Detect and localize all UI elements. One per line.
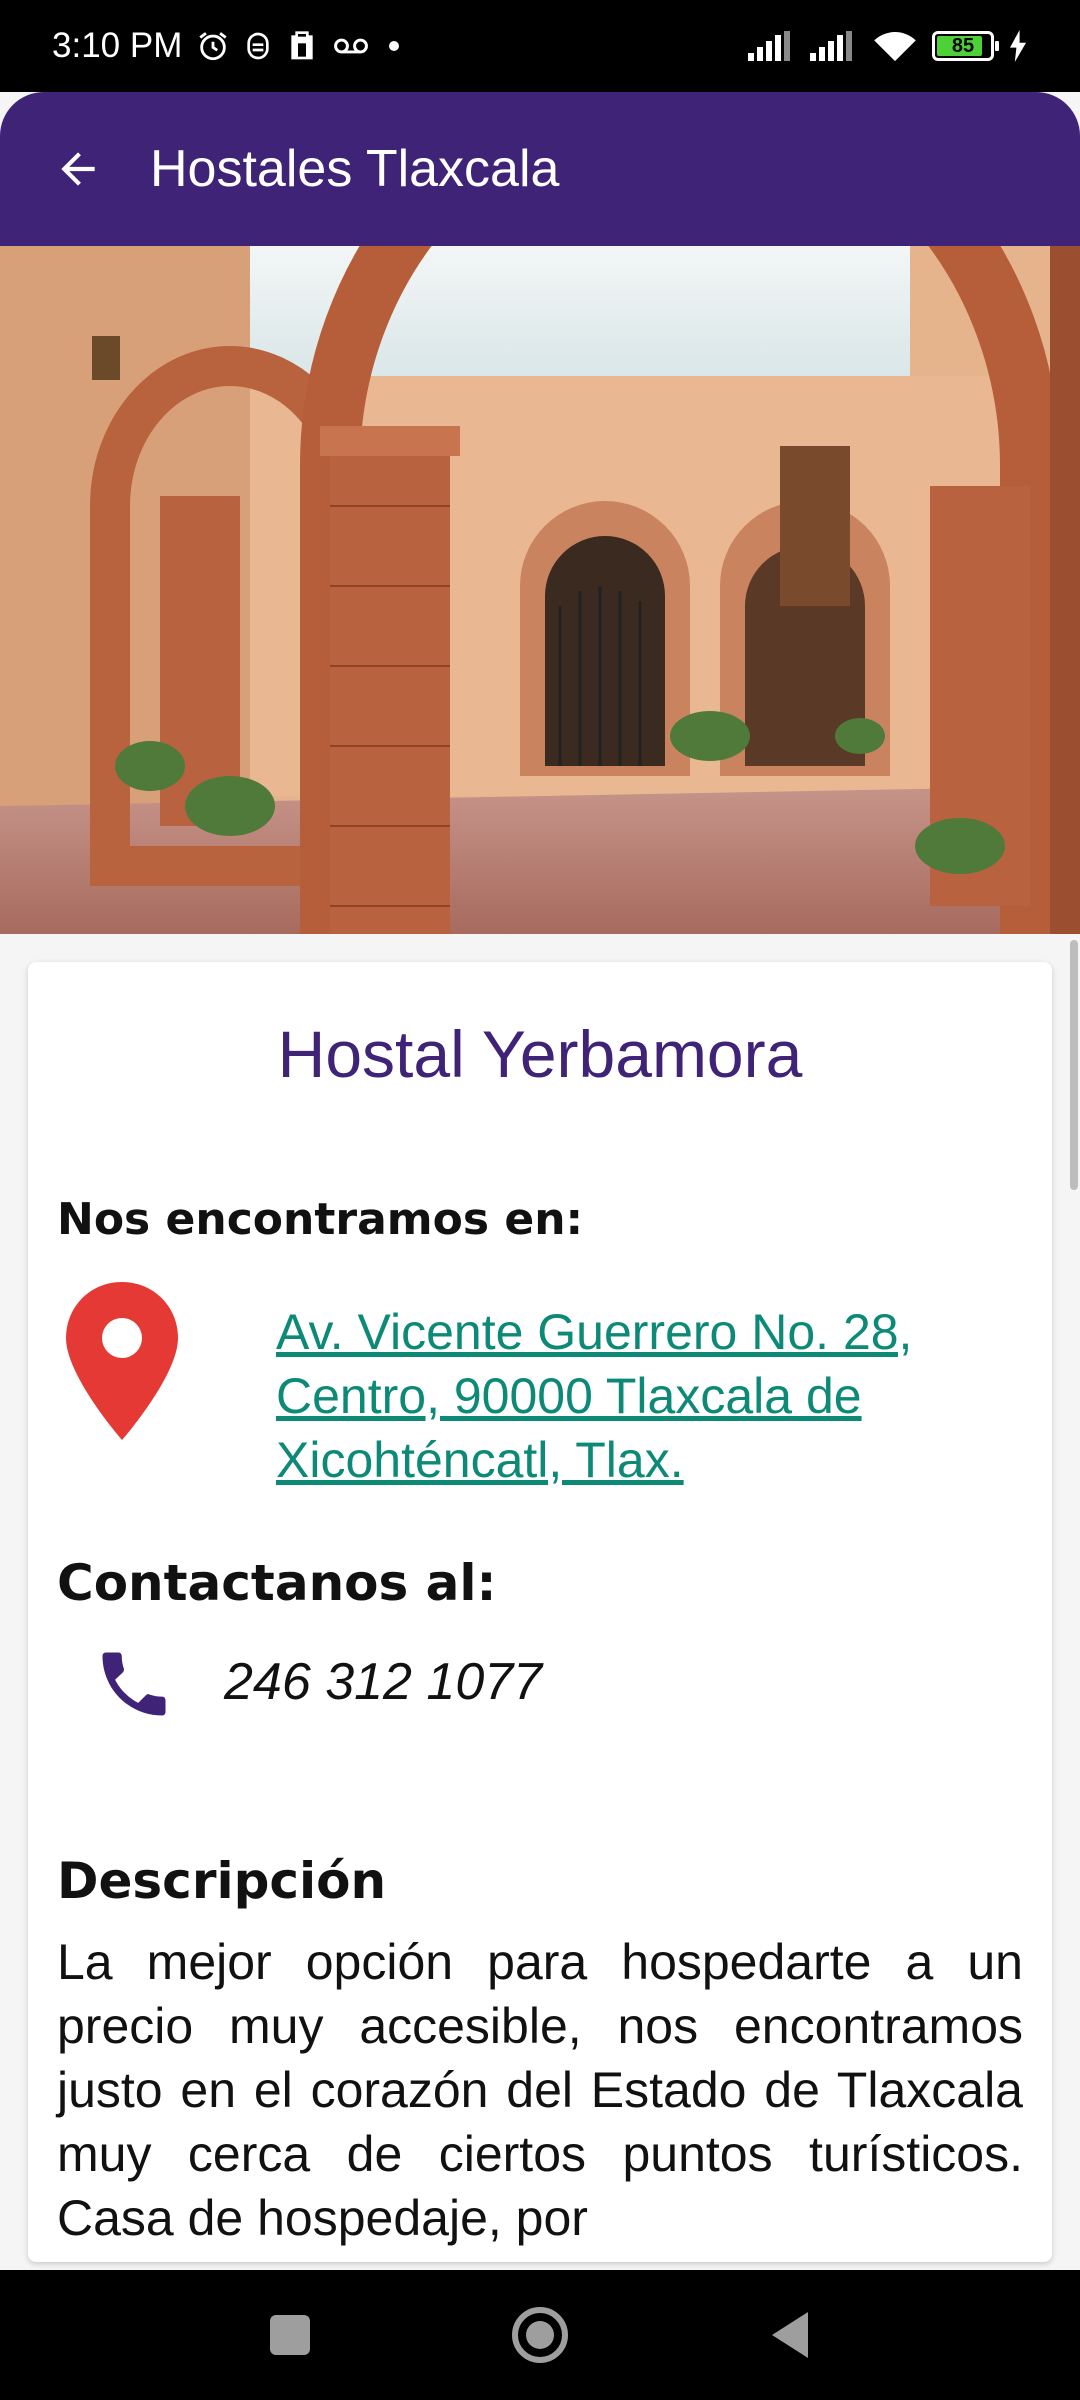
status-left: 3:10 PM [52, 26, 404, 66]
phone-icon[interactable] [92, 1642, 176, 1726]
battery-icon: 85 [932, 31, 999, 61]
battery-level: 85 [951, 34, 975, 57]
status-right: 85 [748, 29, 1028, 63]
back-button[interactable] [48, 139, 108, 199]
description-text: La mejor opción para hospedarte a un pre… [57, 1934, 1023, 2246]
location-heading: Nos encontramos en: [57, 1194, 584, 1245]
description-heading: Descripción [57, 1852, 387, 1910]
arrow-back-icon [61, 152, 95, 186]
signal-icon [748, 31, 796, 61]
hostal-name: Hostal Yerbamora [277, 1017, 803, 1091]
charging-icon [1008, 30, 1028, 62]
nav-back-button[interactable] [750, 2295, 830, 2375]
app-bar: Hostales Tlaxcala [0, 92, 1080, 246]
hostal-detail-card: Hostal Yerbamora Nos encontramos en: Av.… [28, 962, 1052, 2262]
alarm-icon [196, 29, 230, 63]
back-icon [772, 2312, 808, 2358]
contact-heading: Contactanos al: [57, 1554, 497, 1612]
clipboard-icon [286, 30, 318, 62]
hostal-courtyard-photo [0, 246, 1080, 934]
home-button[interactable] [500, 2295, 580, 2375]
status-time: 3:10 PM [52, 26, 183, 65]
recents-icon [270, 2315, 310, 2355]
scrollbar[interactable] [1070, 940, 1078, 1190]
recents-button[interactable] [250, 2295, 330, 2375]
hero-image [0, 246, 1080, 934]
app-title: Hostales Tlaxcala [150, 140, 560, 198]
dot-icon [384, 36, 404, 56]
map-pin-icon [66, 1282, 178, 1440]
home-icon [512, 2307, 568, 2363]
signal-icon [810, 31, 858, 61]
navigation-bar [0, 2270, 1080, 2400]
notification-icon [244, 30, 272, 62]
status-bar: 3:10 PM 85 [0, 0, 1080, 92]
voicemail-icon [332, 34, 370, 58]
phone-number[interactable]: 246 312 1077 [224, 1652, 542, 1712]
wifi-icon [872, 29, 918, 63]
address-link[interactable]: Av. Vicente Guerrero No. 28, Centro, 900… [276, 1300, 1016, 1492]
